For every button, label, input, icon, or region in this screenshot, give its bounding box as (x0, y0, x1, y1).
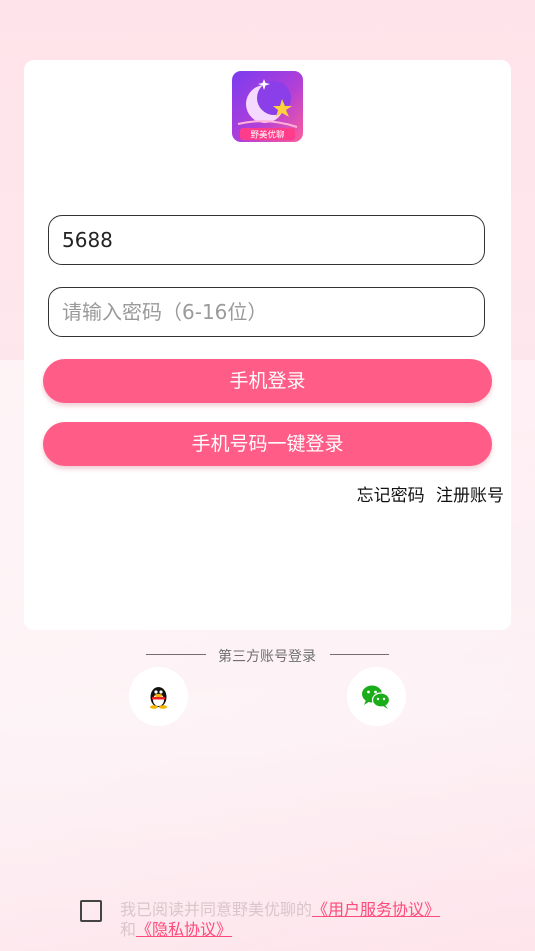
account-links: 忘记密码 注册账号 (351, 481, 504, 506)
third-party-label: 第三方账号登录 (218, 649, 316, 665)
login-card: 野美优聊 手机登录 手机号码一键登录 忘记密码 注册账号 (24, 60, 511, 630)
one-click-login-button[interactable]: 手机号码一键登录 (43, 422, 492, 466)
agreement-checkbox[interactable] (80, 900, 102, 922)
phone-login-button[interactable]: 手机登录 (43, 359, 492, 403)
agreement-text: 我已阅读并同意野美优聊的《用户服务协议》 和《隐私协议》 (120, 900, 520, 940)
logo-text: 野美优聊 (250, 130, 284, 141)
agreement-prefix: 我已阅读并同意野美优聊的 (120, 900, 313, 919)
password-input[interactable] (60, 288, 464, 336)
user-agreement-link[interactable]: 《用户服务协议》 (312, 900, 440, 919)
qq-icon (150, 687, 167, 709)
wechat-login-button[interactable] (347, 667, 406, 726)
password-field[interactable] (48, 287, 485, 337)
agreement-and: 和 (120, 920, 137, 939)
account-input[interactable] (60, 216, 464, 264)
account-field[interactable] (48, 215, 485, 265)
forgot-password-link[interactable]: 忘记密码 (357, 486, 425, 506)
app-logo: 野美优聊 (232, 71, 303, 142)
moon-star-logo-icon: 野美优聊 (232, 71, 303, 142)
divider-line-right (330, 654, 389, 655)
qq-login-button[interactable] (129, 667, 188, 726)
third-party-divider: 第三方账号登录 (0, 646, 535, 666)
privacy-link[interactable]: 《隐私协议》 (136, 920, 232, 939)
register-link[interactable]: 注册账号 (436, 486, 504, 506)
divider-line-left (146, 654, 206, 655)
wechat-icon (362, 685, 391, 709)
